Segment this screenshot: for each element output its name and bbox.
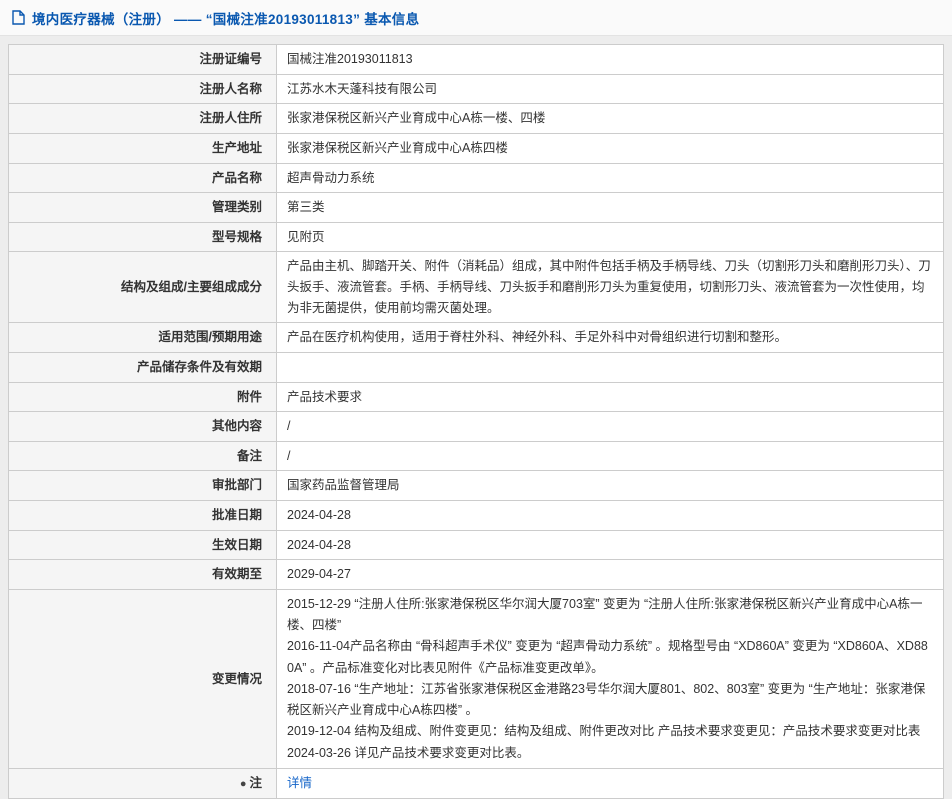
row-value: / [276,440,944,472]
page-title: 境内医疗器械（注册） —— “国械注准20193011813” 基本信息 [32,11,420,27]
row-label: 生效日期 [8,529,277,561]
table-row: 生效日期 2024-04-28 [8,529,944,561]
row-label: 管理类别 [8,192,277,223]
table-row: 有效期至 2029-04-27 [8,559,944,590]
table-row: 批准日期 2024-04-28 [8,500,944,531]
row-label: ● 注 [8,767,277,799]
row-value: 2029-04-27 [276,559,944,590]
info-table: 注册证编号 国械注准20193011813 注册人名称 江苏水木天蓬科技有限公司 注册人… [8,44,944,799]
row-value: / [276,411,944,442]
row-label: 附件 [8,381,277,413]
table-row: 注册人名称 江苏水木天蓬科技有限公司 [8,73,944,105]
table-row: 变更情况 2015-12-29 “注册人住所:张家港保税区华尔润大厦703室” 变… [8,588,944,769]
row-value: 张家港保税区新兴产业育成中心A栋四楼 [276,132,944,164]
table-row: 型号规格 见附页 [8,221,944,253]
row-value: 国家药品监督管理局 [276,470,944,501]
row-value: 产品在医疗机构使用，适用于脊柱外科、神经外科、手足外科中对骨组织进行切割和整形。 [276,322,944,353]
table-row: ● 注详情 [8,767,944,799]
table-row: 其他内容 / [8,411,944,442]
row-label: 其他内容 [8,411,277,442]
row-label: 注册证编号 [8,44,277,75]
document-icon [12,10,25,25]
row-value: 产品由主机、脚踏开关、附件（消耗品）组成，其中附件包括手柄及手柄导线、刀头（切割… [276,251,944,324]
table-row: 注册人住所 张家港保税区新兴产业育成中心A栋一楼、四楼 [8,103,944,134]
row-value: 2024-04-28 [276,500,944,531]
row-label: 批准日期 [8,500,277,531]
table-row: 管理类别 第三类 [8,192,944,223]
row-value: 第三类 [276,192,944,223]
row-label: 审批部门 [8,470,277,501]
table-row: 结构及组成/主要组成成分 产品由主机、脚踏开关、附件（消耗品）组成，其中附件包括手… [8,251,944,324]
page-header: 境内医疗器械（注册） —— “国械注准20193011813” 基本信息 [0,0,952,36]
row-label: 变更情况 [8,588,277,769]
table-row: 产品名称 超声骨动力系统 [8,162,944,194]
detail-link[interactable]: 详情 [287,776,312,790]
row-label-text: 注 [249,775,262,790]
table-row: 生产地址 张家港保税区新兴产业育成中心A栋四楼 [8,132,944,164]
note-icon: ● [239,777,247,790]
row-value: 详情 [276,767,944,799]
row-label: 适用范围/预期用途 [8,322,277,353]
row-value: 张家港保税区新兴产业育成中心A栋一楼、四楼 [276,103,944,134]
row-label: 有效期至 [8,559,277,590]
row-label: 生产地址 [8,132,277,164]
row-label: 备注 [8,440,277,472]
table-row: 适用范围/预期用途 产品在医疗机构使用，适用于脊柱外科、神经外科、手足外科中对骨组… [8,322,944,353]
info-table-container: 注册证编号 国械注准20193011813 注册人名称 江苏水木天蓬科技有限公司 注册人… [8,44,944,799]
row-label: 注册人名称 [8,73,277,105]
row-value: 产品技术要求 [276,381,944,413]
table-row: 附件 产品技术要求 [8,381,944,413]
row-value: 见附页 [276,221,944,253]
table-row: 产品储存条件及有效期 [8,351,944,383]
row-label: 产品名称 [8,162,277,194]
row-value: 国械注准20193011813 [276,44,944,75]
row-value: 超声骨动力系统 [276,162,944,194]
row-value: 2015-12-29 “注册人住所:张家港保税区华尔润大厦703室” 变更为 “… [276,588,944,769]
info-table-body: 注册证编号 国械注准20193011813 注册人名称 江苏水木天蓬科技有限公司 注册人… [8,44,944,799]
row-value: 2024-04-28 [276,529,944,561]
table-row: 备注 / [8,440,944,472]
row-label: 型号规格 [8,221,277,253]
row-value: 江苏水木天蓬科技有限公司 [276,73,944,105]
table-row: 审批部门 国家药品监督管理局 [8,470,944,501]
row-label: 注册人住所 [8,103,277,134]
table-row: 注册证编号 国械注准20193011813 [8,44,944,75]
row-label: 产品储存条件及有效期 [8,351,277,383]
row-label: 结构及组成/主要组成成分 [8,251,277,324]
row-value [276,351,944,383]
